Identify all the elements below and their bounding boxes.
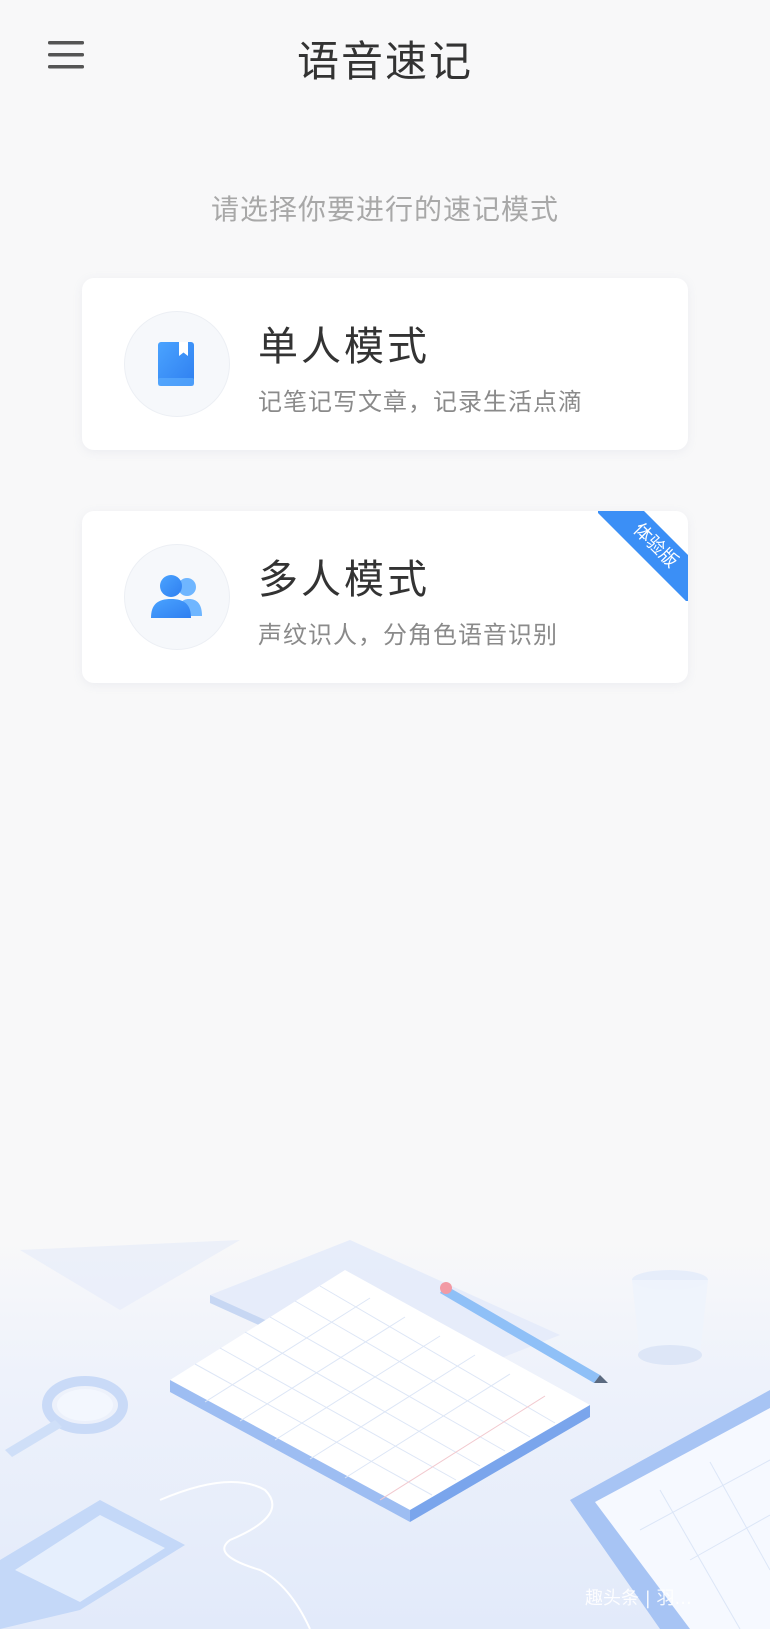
single-mode-icon-circle bbox=[124, 311, 230, 417]
desk-illustration bbox=[0, 1240, 770, 1629]
mode-prompt: 请选择你要进行的速记模式 bbox=[210, 193, 559, 226]
watermark: 趣头条 | 羽... bbox=[585, 1588, 692, 1609]
multi-mode-title: 多人模式 bbox=[258, 557, 430, 603]
single-mode-desc: 记笔记写文章，记录生活点滴 bbox=[258, 388, 583, 416]
page-title: 语音速记 bbox=[296, 37, 473, 86]
trial-badge: 体验版 bbox=[598, 511, 688, 601]
bookmark-icon bbox=[158, 342, 194, 386]
single-mode-title: 单人模式 bbox=[258, 324, 430, 370]
users-icon bbox=[151, 575, 202, 618]
trial-badge-label: 体验版 bbox=[598, 511, 688, 601]
multi-mode-card[interactable]: 多人模式 声纹识人，分角色语音识别 体验版 bbox=[82, 511, 688, 683]
app-header: 语音速记 bbox=[0, 0, 770, 120]
single-mode-card[interactable]: 单人模式 记笔记写文章，记录生活点滴 bbox=[82, 278, 688, 450]
multi-mode-icon-circle bbox=[124, 544, 230, 650]
multi-mode-desc: 声纹识人，分角色语音识别 bbox=[258, 621, 558, 649]
